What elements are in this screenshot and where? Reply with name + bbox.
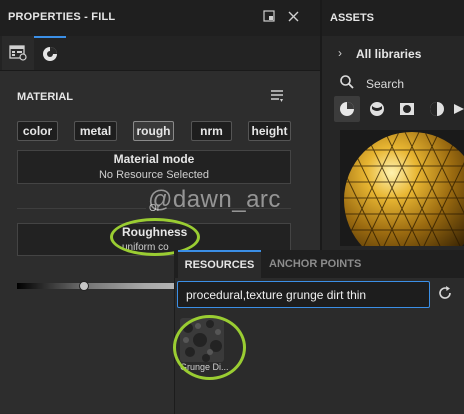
texture-icon[interactable]: [424, 96, 450, 122]
panel-title: PROPERTIES - FILL: [8, 11, 116, 23]
resources-search-input[interactable]: [177, 281, 430, 308]
channel-metal-button[interactable]: metal: [74, 121, 117, 141]
watermark: @dawn_arc: [148, 186, 281, 213]
header-icons: [262, 9, 300, 23]
roughness-slider-track[interactable]: [17, 283, 177, 289]
channel-rough-button[interactable]: rough: [133, 121, 174, 141]
channel-nrm-button[interactable]: nrm: [191, 121, 232, 141]
close-icon[interactable]: [286, 9, 300, 23]
assets-title: ASSETS: [330, 12, 375, 24]
library-selector[interactable]: All libraries: [356, 47, 421, 61]
material-mode-value: No Resource Selected: [98, 169, 210, 181]
dock-icon[interactable]: [262, 9, 276, 23]
search-icon[interactable]: [339, 74, 355, 95]
settings-grid-icon: [9, 45, 27, 61]
section-label: MATERIAL: [17, 91, 74, 103]
highlight-circle: [173, 315, 246, 380]
channel-height-button[interactable]: height: [248, 121, 291, 141]
assets-search-input[interactable]: Search: [366, 77, 404, 91]
chevron-right-icon[interactable]: ›: [338, 46, 342, 60]
tab-layer-settings[interactable]: [2, 36, 34, 70]
mask-icon[interactable]: [394, 96, 420, 122]
filter-icon[interactable]: [452, 96, 464, 122]
material-thumbnail[interactable]: [340, 130, 464, 246]
material-sphere-icon[interactable]: [334, 96, 360, 122]
material-sphere-icon: [43, 47, 57, 61]
material-mode-title: Material mode: [113, 152, 195, 166]
smart-material-icon[interactable]: [364, 96, 390, 122]
channel-color-button[interactable]: color: [17, 121, 58, 141]
tab-material[interactable]: [34, 36, 66, 70]
menu-icon[interactable]: [269, 88, 285, 109]
tab-anchor-points[interactable]: ANCHOR POINTS: [269, 258, 361, 270]
refresh-icon[interactable]: [436, 284, 454, 307]
tab-resources[interactable]: RESOURCES: [178, 250, 261, 278]
